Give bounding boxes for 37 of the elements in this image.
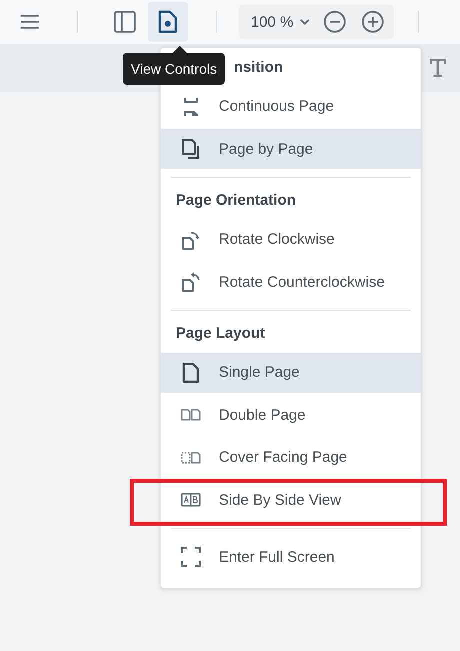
section-heading: nsition: [233, 58, 284, 78]
menu-item[interactable]: Continuous Page: [161, 86, 421, 126]
caret-icon: [300, 19, 310, 25]
side-by-side-icon: [181, 490, 201, 510]
full-screen-icon: [181, 547, 201, 567]
document-icon: [158, 10, 178, 34]
menu-item-label: Page by Page: [219, 140, 314, 158]
section-heading: Page Orientation: [175, 191, 298, 211]
view-controls-button[interactable]: [148, 2, 188, 42]
menu-item[interactable]: Rotate Clockwise: [161, 220, 421, 260]
menu-item-label: Side By Side View: [219, 492, 342, 508]
menu-item-label: Cover Facing Page: [219, 449, 348, 466]
menu-item-label: Continuous Page: [219, 98, 334, 115]
tooltip: View Controls: [123, 53, 226, 85]
menu-item[interactable]: Page by Page: [161, 129, 421, 169]
menu-item-label: Rotate Clockwise: [219, 231, 335, 248]
text-tool-icon[interactable]: [429, 58, 447, 78]
section-heading: Page Layout: [175, 324, 266, 344]
menu-item[interactable]: Side By Side View: [161, 480, 421, 520]
menu-item[interactable]: Rotate Counterclockwise: [161, 262, 421, 302]
menu-item-label: Enter Full Screen: [219, 548, 335, 566]
zoom-out-icon[interactable]: [322, 9, 348, 35]
menu-item[interactable]: Cover Facing Page: [161, 438, 421, 478]
menu-item-label: Rotate Counterclockwise: [219, 274, 385, 290]
menu-item[interactable]: Double Page: [161, 395, 421, 435]
rotate-counterclockwise-icon: [181, 272, 201, 292]
zoom-in-icon[interactable]: [360, 9, 386, 35]
zoom-level-dropdown[interactable]: 100 %: [251, 14, 310, 30]
rotate-clockwise-icon: [181, 230, 201, 250]
page-by-page-icon: [181, 139, 201, 159]
menu-item[interactable]: Enter Full Screen: [161, 537, 421, 577]
sidebar-panel-icon[interactable]: [112, 9, 138, 35]
menu-item[interactable]: Single Page: [161, 352, 421, 392]
menu-item-label: Double Page: [219, 406, 306, 424]
continuous-page-icon: [181, 96, 201, 116]
single-page-icon: [181, 362, 201, 382]
menu-item-label: Single Page: [219, 364, 300, 381]
